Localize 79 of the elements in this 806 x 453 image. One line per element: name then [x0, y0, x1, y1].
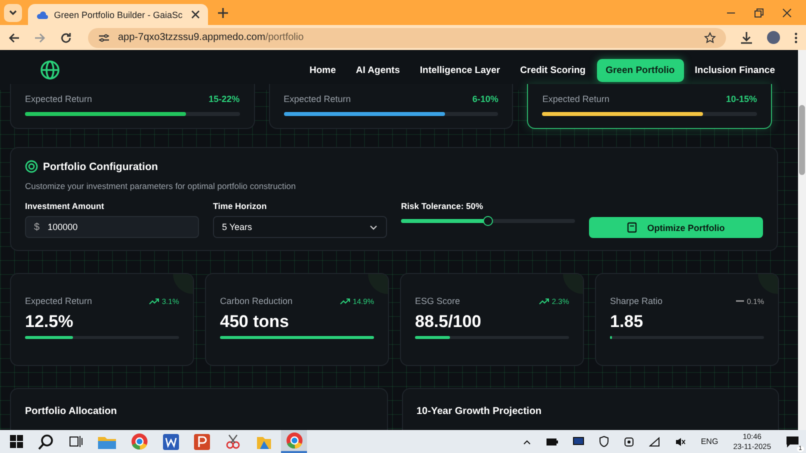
reload-icon[interactable] [60, 32, 72, 44]
chevron-down-icon [369, 222, 378, 232]
nav-link[interactable]: Inclusion Finance [686, 58, 784, 82]
powerpoint-icon[interactable] [194, 434, 210, 450]
battery-icon[interactable] [546, 438, 558, 446]
chevron-down-icon [8, 8, 18, 18]
globe-icon[interactable] [40, 60, 60, 80]
windows-start-icon[interactable] [10, 435, 23, 448]
cloud-icon [36, 10, 48, 20]
speaker-muted-icon[interactable] [674, 436, 686, 446]
chat-bubble-icon [786, 436, 799, 448]
horizon-select[interactable]: 5 Years [213, 216, 387, 238]
star-icon[interactable] [704, 32, 716, 44]
strategy-card[interactable]: Expected Return 15-22% [10, 84, 255, 129]
address-field[interactable]: app-7qxo3tzzssu9.appmedo.com/portfolio [88, 28, 726, 48]
folder-icon[interactable] [98, 434, 116, 448]
chrome-icon [286, 432, 302, 449]
restore-icon[interactable] [754, 8, 764, 18]
panel-title: 10-Year Growth Projection [416, 406, 542, 417]
download-icon[interactable] [740, 31, 753, 44]
back-arrow-icon[interactable] [8, 32, 20, 44]
metric-label: Expected Return [542, 94, 610, 104]
metric-value: 450 tons [220, 312, 290, 332]
tab-search-button[interactable] [4, 4, 22, 22]
nav-link[interactable]: Home [300, 58, 345, 82]
metric-label: Sharpe Ratio [610, 296, 663, 306]
chrome-taskbar-button[interactable] [281, 430, 307, 453]
metric-label: Expected Return [25, 296, 92, 306]
shield-icon[interactable] [598, 436, 609, 447]
return-range: 10-15% [726, 94, 758, 104]
amount-input[interactable]: $ 100000 [25, 216, 199, 238]
panel-title: Portfolio Allocation [25, 406, 117, 417]
browser-tab[interactable]: Green Portfolio Builder - GaiaSc [28, 4, 208, 25]
slider-thumb[interactable] [483, 216, 493, 226]
strategy-card[interactable]: Expected Return 6-10% [268, 84, 514, 129]
monitor-icon[interactable] [572, 436, 584, 446]
field-label: Investment Amount [25, 201, 106, 211]
nav-link[interactable]: Credit Scoring [511, 58, 595, 82]
metric-label: Carbon Reduction [220, 296, 293, 306]
risk-slider[interactable] [401, 216, 575, 226]
metric-value: 88.5/100 [415, 312, 482, 332]
trending-up-icon [148, 298, 159, 304]
word-icon[interactable] [163, 434, 179, 450]
return-range: 6-10% [472, 94, 498, 104]
scrollbar-thumb[interactable] [799, 105, 805, 175]
profile-avatar[interactable] [767, 31, 780, 44]
target-icon [25, 160, 38, 173]
camera-icon[interactable] [624, 436, 634, 446]
metric-value: 1.85 [610, 312, 644, 332]
minus-icon [736, 299, 744, 303]
nav-link[interactable]: Green Portfolio [596, 58, 684, 82]
field-label: Time Horizon [213, 201, 268, 211]
chrome-icon[interactable] [131, 433, 148, 450]
nav-link[interactable]: Intelligence Layer [410, 58, 510, 82]
snipping-tool-icon[interactable] [225, 434, 241, 450]
new-tab-icon[interactable] [218, 8, 228, 18]
search-icon[interactable] [38, 434, 54, 450]
optimize-button[interactable]: Optimize Portfolio [589, 217, 763, 238]
chevron-up-icon[interactable] [522, 438, 531, 444]
metric-label: Expected Return [284, 94, 351, 104]
menu-icon[interactable] [794, 32, 798, 44]
strategy-card[interactable]: Expected Return 10-15% [527, 84, 772, 129]
close-icon[interactable] [191, 10, 200, 19]
nav-link[interactable]: AI Agents [346, 58, 409, 82]
field-label: Risk Tolerance: 50% [401, 201, 484, 211]
panel-title: Portfolio Configuration [43, 160, 158, 172]
metric-label: ESG Score [415, 296, 460, 306]
metric-value: 12.5% [25, 312, 74, 332]
return-range: 15-22% [208, 94, 240, 104]
tab-title: Green Portfolio Builder - GaiaSc [54, 10, 184, 20]
close-window-icon[interactable] [782, 8, 792, 18]
trending-up-icon [538, 298, 549, 304]
panel-subtitle: Customize your investment parameters for optimal portfolio construction [25, 181, 297, 191]
language-indicator[interactable]: ENG [700, 437, 718, 446]
task-view-icon[interactable] [69, 435, 83, 448]
site-settings-icon[interactable] [98, 32, 110, 42]
clipboard-icon [627, 222, 638, 233]
metric-label: Expected Return [25, 94, 92, 104]
trending-up-icon [340, 298, 350, 304]
